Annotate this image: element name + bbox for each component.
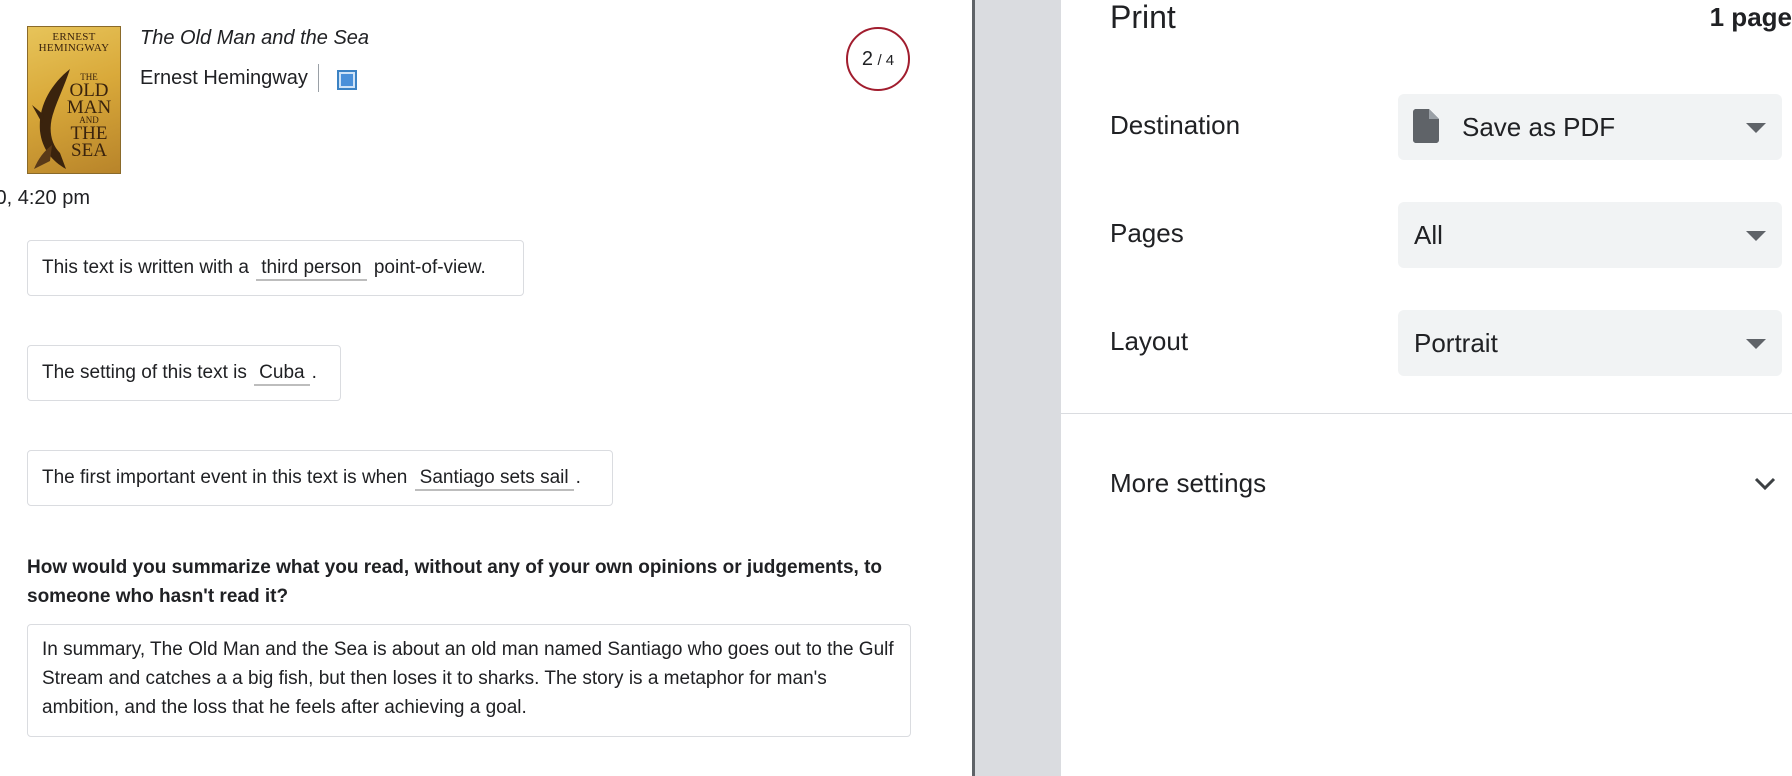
response-timestamp: Aug 8 2020, 4:20 pm xyxy=(0,187,90,209)
print-settings-panel: Print 1 page Destination Save as PDF Pag… xyxy=(1061,0,1792,776)
dropdown-arrow-icon xyxy=(1746,339,1766,349)
preview-gutter xyxy=(975,0,1061,776)
layout-value: Portrait xyxy=(1414,328,1498,358)
dropdown-arrow-icon xyxy=(1746,123,1766,133)
summary-answer: In summary, The Old Man and the Sea is a… xyxy=(27,624,911,737)
pages-select[interactable]: All xyxy=(1398,202,1782,268)
answer-chip: third person xyxy=(256,257,367,281)
destination-select[interactable]: Save as PDF xyxy=(1398,94,1782,160)
author-divider xyxy=(318,64,319,92)
more-settings-label: More settings xyxy=(1110,468,1267,498)
print-preview-page: ERNEST HEMINGWAY THE OLD MAN AND THE SEA… xyxy=(0,0,972,776)
page-counter-badge: 2 / 4 xyxy=(846,27,910,91)
cover-title-text: THE OLD MAN AND THE SEA xyxy=(66,72,112,161)
cover-author-text: ERNEST HEMINGWAY xyxy=(38,31,110,54)
answer-first-event: The first important event in this text i… xyxy=(27,450,613,506)
answer-point-of-view: This text is written with a third person… xyxy=(27,240,524,296)
book-format-icon xyxy=(337,70,357,90)
file-icon xyxy=(1413,109,1439,143)
dropdown-arrow-icon xyxy=(1746,231,1766,241)
answer-chip: Santiago sets sail xyxy=(414,467,574,491)
chevron-down-icon xyxy=(1754,477,1776,491)
layout-label: Layout xyxy=(1110,326,1189,356)
answer-setting: The setting of this text is Cuba. xyxy=(27,345,341,401)
settings-divider xyxy=(1061,413,1792,414)
layout-select[interactable]: Portrait xyxy=(1398,310,1782,376)
book-title: The Old Man and the Sea xyxy=(140,27,370,49)
more-settings-toggle[interactable]: More settings xyxy=(1061,455,1792,519)
pages-value: All xyxy=(1414,220,1443,250)
summary-question: How would you summarize what you read, w… xyxy=(27,557,883,607)
book-cover-image: ERNEST HEMINGWAY THE OLD MAN AND THE SEA xyxy=(27,26,121,174)
destination-label: Destination xyxy=(1110,110,1241,140)
page-counter-current: 2 xyxy=(861,48,873,70)
book-author: Ernest Hemingway xyxy=(140,67,308,89)
print-heading: Print xyxy=(1110,0,1176,35)
pages-label: Pages xyxy=(1110,218,1184,248)
page-counter-total: / 4 xyxy=(877,52,895,69)
destination-value: Save as PDF xyxy=(1462,112,1616,142)
sheet-count: 1 page xyxy=(1709,2,1792,32)
answer-chip: Cuba xyxy=(254,362,310,386)
